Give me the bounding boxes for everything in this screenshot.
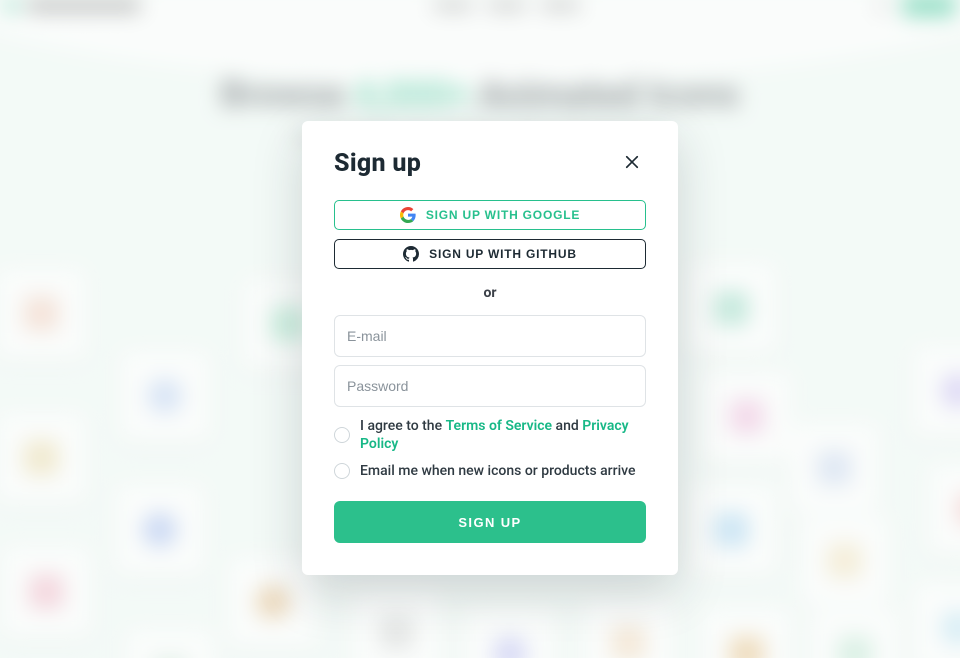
close-icon <box>623 153 641 174</box>
password-field[interactable] <box>347 378 633 394</box>
email-field-wrapper <box>334 315 646 357</box>
signup-google-button[interactable]: SIGN UP WITH GOOGLE <box>334 200 646 230</box>
newsletter-checkbox[interactable] <box>334 463 350 479</box>
signup-github-button[interactable]: SIGN UP WITH GITHUB <box>334 239 646 269</box>
modal-title: Sign up <box>334 149 421 178</box>
google-icon <box>400 207 416 223</box>
signup-modal: Sign up SIGN UP WITH GOOGLE <box>302 121 678 575</box>
github-icon <box>403 246 419 262</box>
email-field[interactable] <box>347 328 633 344</box>
agree-row: I agree to the Terms of Service and Priv… <box>334 417 646 453</box>
newsletter-row: Email me when new icons or products arri… <box>334 463 646 479</box>
agree-checkbox[interactable] <box>334 427 350 443</box>
or-separator: or <box>334 285 646 301</box>
close-button[interactable] <box>618 150 646 178</box>
agree-prefix: I agree to the <box>360 418 446 434</box>
signup-google-label: SIGN UP WITH GOOGLE <box>426 208 580 222</box>
newsletter-label: Email me when new icons or products arri… <box>360 463 636 479</box>
signup-submit-label: SIGN UP <box>458 515 521 530</box>
terms-of-service-link[interactable]: Terms of Service <box>446 418 552 434</box>
hero-prefix: Browse <box>221 73 345 116</box>
signup-submit-button[interactable]: SIGN UP <box>334 501 646 543</box>
signup-github-label: SIGN UP WITH GITHUB <box>429 247 577 261</box>
password-field-wrapper <box>334 365 646 407</box>
hero-number: 4,000+ <box>354 73 469 116</box>
hero-suffix: Animated Icons <box>478 73 739 116</box>
agree-middle: and <box>552 418 582 434</box>
